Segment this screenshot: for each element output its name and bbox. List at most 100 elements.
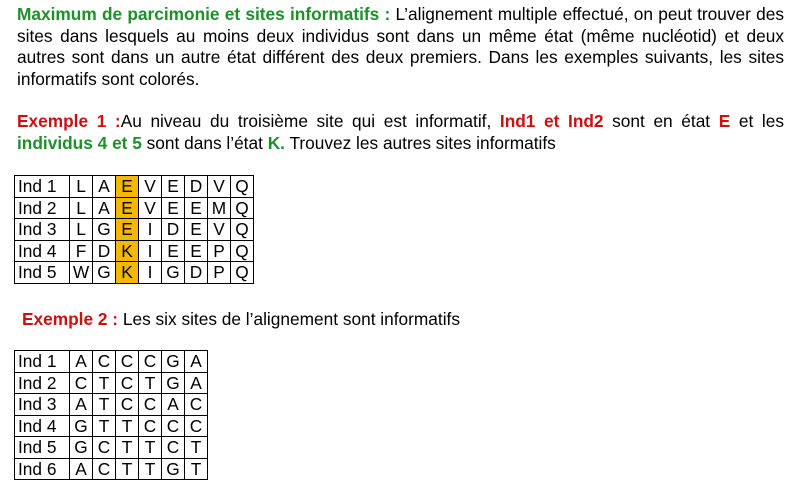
row-label: Ind 2 xyxy=(14,196,70,219)
table-row: Ind 4 F D K I E E P Q xyxy=(14,239,254,262)
example1-state-k: K. xyxy=(267,132,285,153)
table-cell: G xyxy=(69,436,93,459)
table-cell: A xyxy=(92,196,116,219)
row-label: Ind 4 xyxy=(14,414,70,437)
table-cell: C xyxy=(184,393,208,416)
table-cell: E xyxy=(184,239,208,262)
example1-paragraph: Exemple 1 :Au niveau du troisième site q… xyxy=(17,111,784,154)
example1-text-4: sont dans l’état xyxy=(141,132,268,153)
table-cell: E xyxy=(161,239,185,262)
table-cell: T xyxy=(92,414,116,437)
table-cell: C xyxy=(138,393,162,416)
alignment-table-2: Ind 1 A C C C G A Ind 2 C T C T G A Ind … xyxy=(14,350,208,480)
table-row: Ind 5 G C T T C T xyxy=(14,436,208,459)
table-cell: G xyxy=(69,414,93,437)
example1-label: Exemple 1 : xyxy=(17,111,121,131)
table-cell: C xyxy=(115,393,139,416)
table-cell: A xyxy=(69,393,93,416)
table-cell: C xyxy=(161,436,185,459)
table-row: Ind 1 A C C C G A xyxy=(14,350,208,373)
table-cell: G xyxy=(92,261,116,284)
table-cell: A xyxy=(69,350,93,373)
row-label: Ind 3 xyxy=(14,393,70,416)
table-cell: Q xyxy=(230,261,254,284)
table-cell: D xyxy=(92,239,116,262)
table-row: Ind 3 L G E I D E V Q xyxy=(14,218,254,241)
table-cell: P xyxy=(207,261,231,284)
table-cell: L xyxy=(69,175,93,198)
table-cell: A xyxy=(161,393,185,416)
table-cell: T xyxy=(138,436,162,459)
table-cell: F xyxy=(69,239,93,262)
row-label: Ind 1 xyxy=(14,350,70,373)
table-cell: T xyxy=(115,457,139,480)
table-row: Ind 5 W G K I G D P Q xyxy=(14,261,254,284)
table-cell: Q xyxy=(230,218,254,241)
example2-heading: Exemple 2 : Les six sites de l’alignemen… xyxy=(22,309,460,331)
table-cell: C xyxy=(115,350,139,373)
informative-site-cell: K xyxy=(115,261,139,284)
table-cell: D xyxy=(184,175,208,198)
table-cell: Q xyxy=(230,239,254,262)
table-cell: C xyxy=(69,371,93,394)
table-cell: A xyxy=(184,350,208,373)
table-cell: P xyxy=(207,239,231,262)
example1-text-2: sont en état xyxy=(603,111,719,131)
table-row: Ind 1 L A E V E D V Q xyxy=(14,175,254,198)
table-cell: Q xyxy=(230,175,254,198)
table-cell: A xyxy=(69,457,93,480)
intro-paragraph: Maximum de parcimonie et sites informati… xyxy=(17,4,784,90)
table-cell: C xyxy=(184,414,208,437)
table-cell: C xyxy=(92,436,116,459)
table-cell: T xyxy=(92,371,116,394)
table-cell: I xyxy=(138,239,162,262)
table-cell: C xyxy=(161,414,185,437)
row-label: Ind 3 xyxy=(14,218,70,241)
table-row: Ind 2 C T C T G A xyxy=(14,371,208,394)
informative-site-cell: K xyxy=(115,239,139,262)
table-cell: G xyxy=(161,350,185,373)
example1-ind45: individus 4 et 5 xyxy=(17,132,142,153)
row-label: Ind 4 xyxy=(14,239,70,262)
table-cell: T xyxy=(138,457,162,480)
row-label: Ind 6 xyxy=(14,457,70,480)
informative-site-cell: E xyxy=(115,196,139,219)
table-cell: G xyxy=(92,218,116,241)
table-row: Ind 4 G T T C C C xyxy=(14,414,208,437)
informative-site-cell: E xyxy=(115,175,139,198)
table-cell: E xyxy=(161,175,185,198)
example1-text-3: et les xyxy=(730,111,785,131)
table-cell: E xyxy=(161,196,185,219)
table-cell: A xyxy=(92,175,116,198)
table-row: Ind 6 A C T T G T xyxy=(14,457,208,480)
table-cell: I xyxy=(138,218,162,241)
table-cell: A xyxy=(184,371,208,394)
table-cell: C xyxy=(92,350,116,373)
informative-site-cell: E xyxy=(115,218,139,241)
table-row: Ind 2 L A E V E E M Q xyxy=(14,196,254,219)
table-cell: G xyxy=(161,457,185,480)
table-cell: T xyxy=(92,393,116,416)
row-label: Ind 2 xyxy=(14,371,70,394)
table-cell: T xyxy=(115,414,139,437)
table-cell: V xyxy=(207,218,231,241)
table-cell: G xyxy=(161,371,185,394)
table-cell: D xyxy=(161,218,185,241)
table-cell: V xyxy=(138,196,162,219)
example1-text-5: Trouvez les autres sites informatifs xyxy=(284,132,556,153)
table-cell: T xyxy=(184,457,208,480)
table-cell: W xyxy=(69,261,93,284)
example1-state-e: E xyxy=(718,111,731,131)
table-cell: D xyxy=(184,261,208,284)
table-cell: L xyxy=(69,218,93,241)
example1-text-1: Au niveau du troisième site qui est info… xyxy=(120,111,500,131)
example2-text: Les six sites de l’alignement sont infor… xyxy=(118,309,461,329)
table-cell: V xyxy=(138,175,162,198)
table-cell: C xyxy=(138,350,162,373)
table-cell: V xyxy=(207,175,231,198)
table-row: Ind 3 A T C C A C xyxy=(14,393,208,416)
table-cell: E xyxy=(184,196,208,219)
table-cell: L xyxy=(69,196,93,219)
intro-title: Maximum de parcimonie et sites informati… xyxy=(17,4,391,24)
table-cell: T xyxy=(138,371,162,394)
